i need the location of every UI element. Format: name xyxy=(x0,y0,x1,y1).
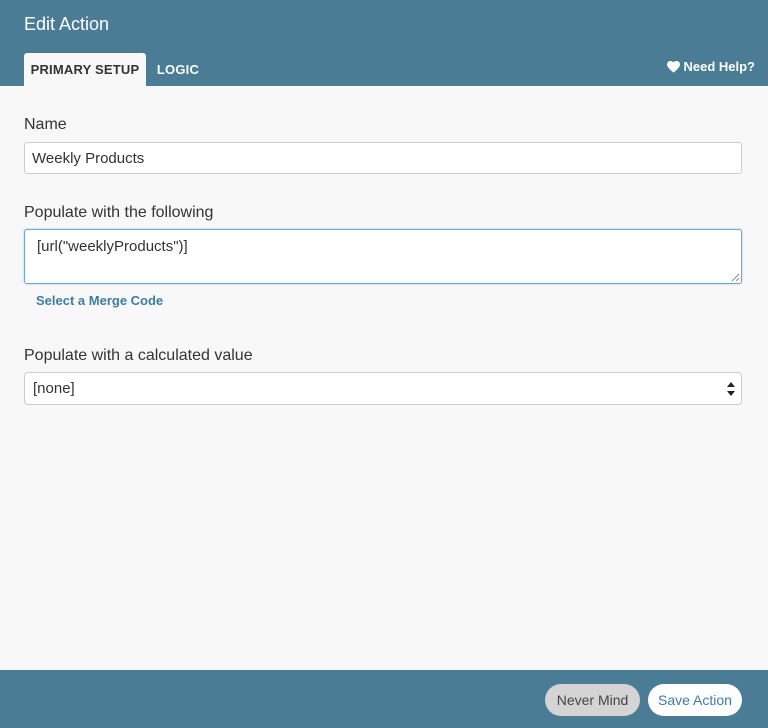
modal-title: Edit Action xyxy=(24,14,110,34)
need-help-label: Need Help? xyxy=(683,59,755,74)
name-label: Name xyxy=(24,116,67,133)
need-help-link[interactable]: Need Help? xyxy=(667,59,755,74)
calculated-value-select[interactable]: [none] xyxy=(24,372,742,405)
select-arrows-icon xyxy=(727,382,735,396)
never-mind-button[interactable]: Never Mind xyxy=(545,684,640,716)
modal-header: Edit Action PRIMARY SETUP LOGIC Need Hel… xyxy=(0,0,768,86)
populate-textarea[interactable]: [url("weeklyProducts")] xyxy=(24,229,742,284)
populate-label: Populate with the following xyxy=(24,204,214,221)
calculated-value-selected: [none] xyxy=(33,380,75,397)
tab-primary-setup[interactable]: PRIMARY SETUP xyxy=(24,53,146,86)
save-action-button[interactable]: Save Action xyxy=(648,684,742,716)
tab-logic[interactable]: LOGIC xyxy=(152,53,204,86)
name-input[interactable] xyxy=(24,142,742,174)
resize-grip-icon[interactable] xyxy=(730,272,740,282)
heart-icon xyxy=(667,60,681,73)
calculated-value-label: Populate with a calculated value xyxy=(24,347,253,364)
select-merge-code-link[interactable]: Select a Merge Code xyxy=(36,293,163,308)
